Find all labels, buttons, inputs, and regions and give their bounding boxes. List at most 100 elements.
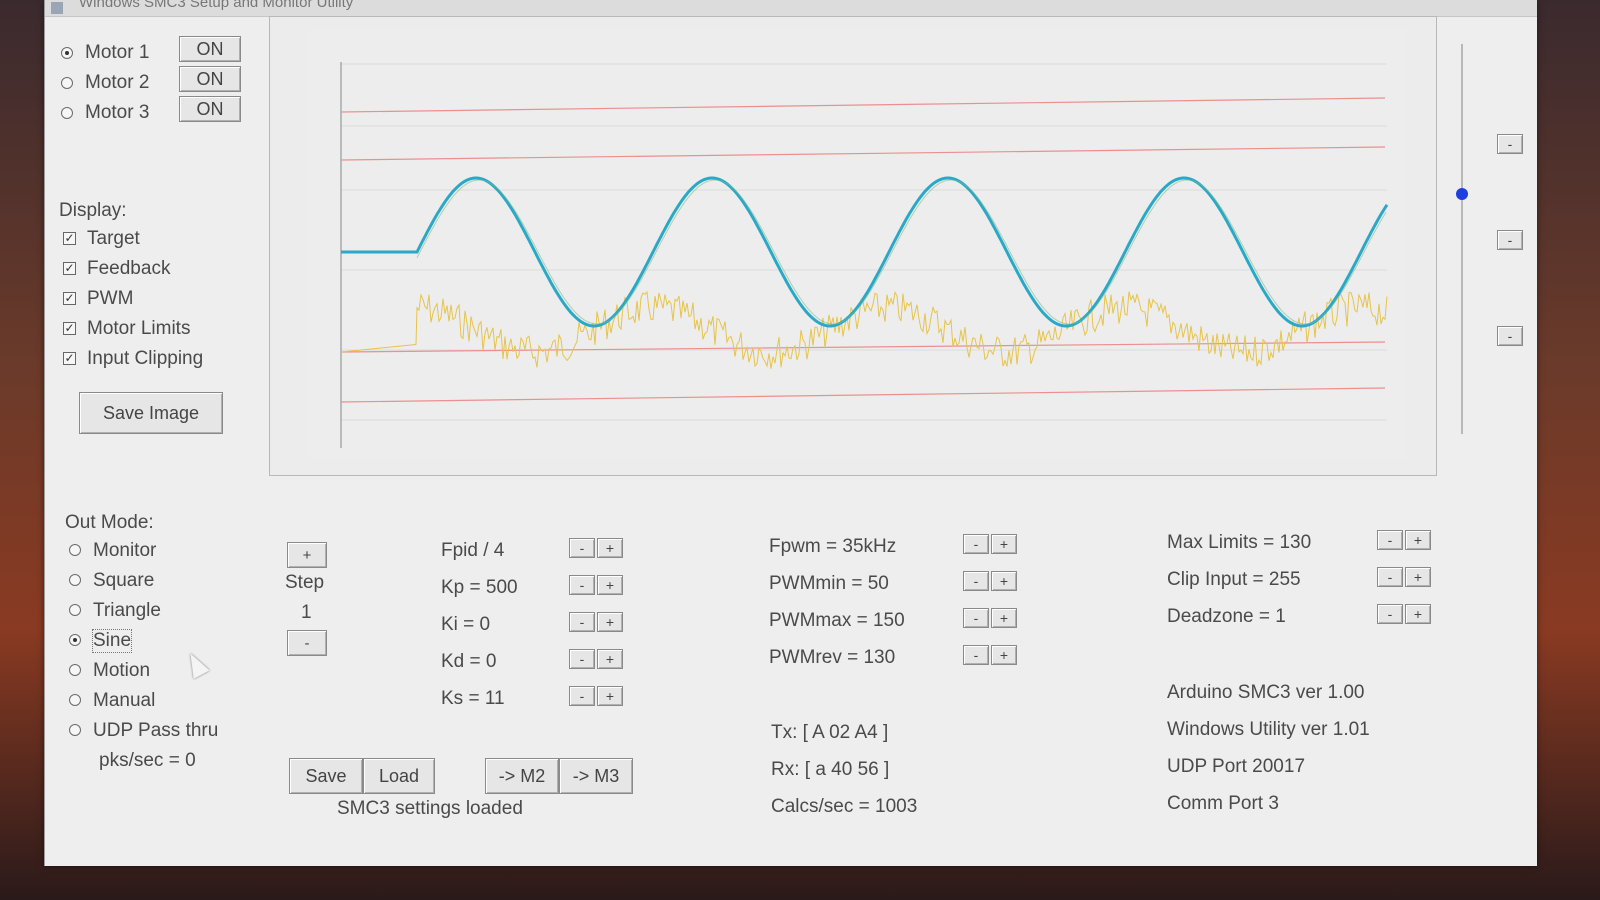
kp-minus-button[interactable]: - xyxy=(569,575,595,595)
smc3-window: Windows SMC3 Setup and Monitor Utility M… xyxy=(44,0,1537,866)
motor-1-on-button[interactable]: ON xyxy=(179,36,241,62)
calcs-per-sec: Calcs/sec = 1003 xyxy=(771,796,918,817)
motor-3-radio[interactable] xyxy=(61,107,73,119)
title-bar[interactable]: Windows SMC3 Setup and Monitor Utility xyxy=(45,0,1537,17)
arduino-version: Arduino SMC3 ver 1.00 xyxy=(1167,682,1365,703)
max-limits-minus-button[interactable]: - xyxy=(1377,530,1403,550)
step-label: Step xyxy=(285,572,325,593)
side-button-2[interactable]: - xyxy=(1497,230,1523,250)
kd-minus-button[interactable]: - xyxy=(569,649,595,669)
input-clipping-label: Input Clipping xyxy=(87,348,204,369)
pwm-label: PWM xyxy=(87,288,134,309)
motor-3-on-button[interactable]: ON xyxy=(179,96,241,122)
app-icon xyxy=(51,2,63,14)
mouse-cursor-icon xyxy=(182,649,210,679)
save-settings-button[interactable]: Save xyxy=(289,758,363,794)
side-button-1[interactable]: - xyxy=(1497,134,1523,154)
max-limits-plus-button[interactable]: + xyxy=(1405,530,1431,550)
pwm-checkbox[interactable]: ✓ xyxy=(63,292,76,305)
deadzone-minus-button[interactable]: - xyxy=(1377,604,1403,624)
kp-plus-button[interactable]: + xyxy=(597,575,623,595)
motor-2-radio[interactable] xyxy=(61,77,73,89)
status-message: SMC3 settings loaded xyxy=(337,798,523,819)
window-title: Windows SMC3 Setup and Monitor Utility xyxy=(79,0,354,11)
mode-udp-label: UDP Pass thru xyxy=(93,720,219,741)
mode-sine-radio[interactable] xyxy=(69,634,81,646)
mode-motion-radio[interactable] xyxy=(69,664,81,676)
fpwm-label: Fpwm = 35kHz xyxy=(769,536,897,557)
mode-manual-label: Manual xyxy=(93,690,156,711)
pwmrev-minus-button[interactable]: - xyxy=(963,645,989,665)
out-mode-heading: Out Mode: xyxy=(65,512,154,533)
pks-per-sec: pks/sec = 0 xyxy=(99,750,196,771)
windows-utility-version: Windows Utility ver 1.01 xyxy=(1167,719,1370,740)
pwmmin-label: PWMmin = 50 xyxy=(769,573,889,594)
pwmmin-plus-button[interactable]: + xyxy=(991,571,1017,591)
fpwm-minus-button[interactable]: - xyxy=(963,534,989,554)
pwmrev-plus-button[interactable]: + xyxy=(991,645,1017,665)
target-label: Target xyxy=(87,228,140,249)
ki-minus-button[interactable]: - xyxy=(569,612,595,632)
mode-manual-radio[interactable] xyxy=(69,694,81,706)
deadzone-label: Deadzone = 1 xyxy=(1167,606,1286,627)
motor-limits-checkbox[interactable]: ✓ xyxy=(63,322,76,335)
kd-plus-button[interactable]: + xyxy=(597,649,623,669)
pwmmax-plus-button[interactable]: + xyxy=(991,608,1017,628)
target-checkbox[interactable]: ✓ xyxy=(63,232,76,245)
fpid-plus-button[interactable]: + xyxy=(597,538,623,558)
fpid-label: Fpid / 4 xyxy=(441,540,505,561)
ki-plus-button[interactable]: + xyxy=(597,612,623,632)
mode-square-radio[interactable] xyxy=(69,574,81,586)
ks-minus-button[interactable]: - xyxy=(569,686,595,706)
mode-motion-label: Motion xyxy=(93,660,151,681)
input-clipping-checkbox[interactable]: ✓ xyxy=(63,352,76,365)
max-limits-label: Max Limits = 130 xyxy=(1167,532,1312,553)
step-minus-button[interactable]: - xyxy=(287,630,327,656)
load-settings-button[interactable]: Load xyxy=(363,758,435,794)
mode-triangle-radio[interactable] xyxy=(69,604,81,616)
motor-3-label: Motor 3 xyxy=(85,102,150,123)
tx-readout: Tx: [ A 02 A4 ] xyxy=(771,722,889,743)
mode-triangle-label: Triangle xyxy=(93,600,161,621)
waveform-plot xyxy=(307,30,1407,458)
motor-limits-label: Motor Limits xyxy=(87,318,191,339)
scale-slider-track[interactable] xyxy=(1461,44,1463,434)
mode-monitor-radio[interactable] xyxy=(69,544,81,556)
clip-input-label: Clip Input = 255 xyxy=(1167,569,1301,590)
mode-monitor-label: Monitor xyxy=(93,540,157,561)
copy-to-m2-button[interactable]: -> M2 xyxy=(485,758,559,794)
udp-port: UDP Port 20017 xyxy=(1167,756,1306,777)
motor-1-radio[interactable] xyxy=(61,47,73,59)
step-plus-button[interactable]: + xyxy=(287,542,327,568)
display-heading: Display: xyxy=(59,200,127,221)
comm-port: Comm Port 3 xyxy=(1167,793,1279,814)
ks-label: Ks = 11 xyxy=(441,688,505,709)
pwmrev-label: PWMrev = 130 xyxy=(769,647,896,668)
mode-udp-radio[interactable] xyxy=(69,724,81,736)
pwmmax-label: PWMmax = 150 xyxy=(769,610,905,631)
pwmmax-minus-button[interactable]: - xyxy=(963,608,989,628)
pwmmin-minus-button[interactable]: - xyxy=(963,571,989,591)
fpid-minus-button[interactable]: - xyxy=(569,538,595,558)
save-image-button[interactable]: Save Image xyxy=(79,392,223,434)
ks-plus-button[interactable]: + xyxy=(597,686,623,706)
mode-sine-label: Sine xyxy=(91,629,133,653)
feedback-label: Feedback xyxy=(87,258,171,279)
feedback-checkbox[interactable]: ✓ xyxy=(63,262,76,275)
kp-label: Kp = 500 xyxy=(441,577,518,598)
ki-label: Ki = 0 xyxy=(441,614,491,635)
motor-2-on-button[interactable]: ON xyxy=(179,66,241,92)
deadzone-plus-button[interactable]: + xyxy=(1405,604,1431,624)
copy-to-m3-button[interactable]: -> M3 xyxy=(559,758,633,794)
scale-slider-thumb[interactable] xyxy=(1456,188,1468,200)
motor-1-label: Motor 1 xyxy=(85,42,150,63)
side-button-3[interactable]: - xyxy=(1497,326,1523,346)
motor-2-label: Motor 2 xyxy=(85,72,150,93)
clip-input-plus-button[interactable]: + xyxy=(1405,567,1431,587)
kd-label: Kd = 0 xyxy=(441,651,497,672)
step-value: 1 xyxy=(301,602,312,623)
mode-square-label: Square xyxy=(93,570,155,591)
fpwm-plus-button[interactable]: + xyxy=(991,534,1017,554)
clip-input-minus-button[interactable]: - xyxy=(1377,567,1403,587)
rx-readout: Rx: [ a 40 56 ] xyxy=(771,759,890,780)
